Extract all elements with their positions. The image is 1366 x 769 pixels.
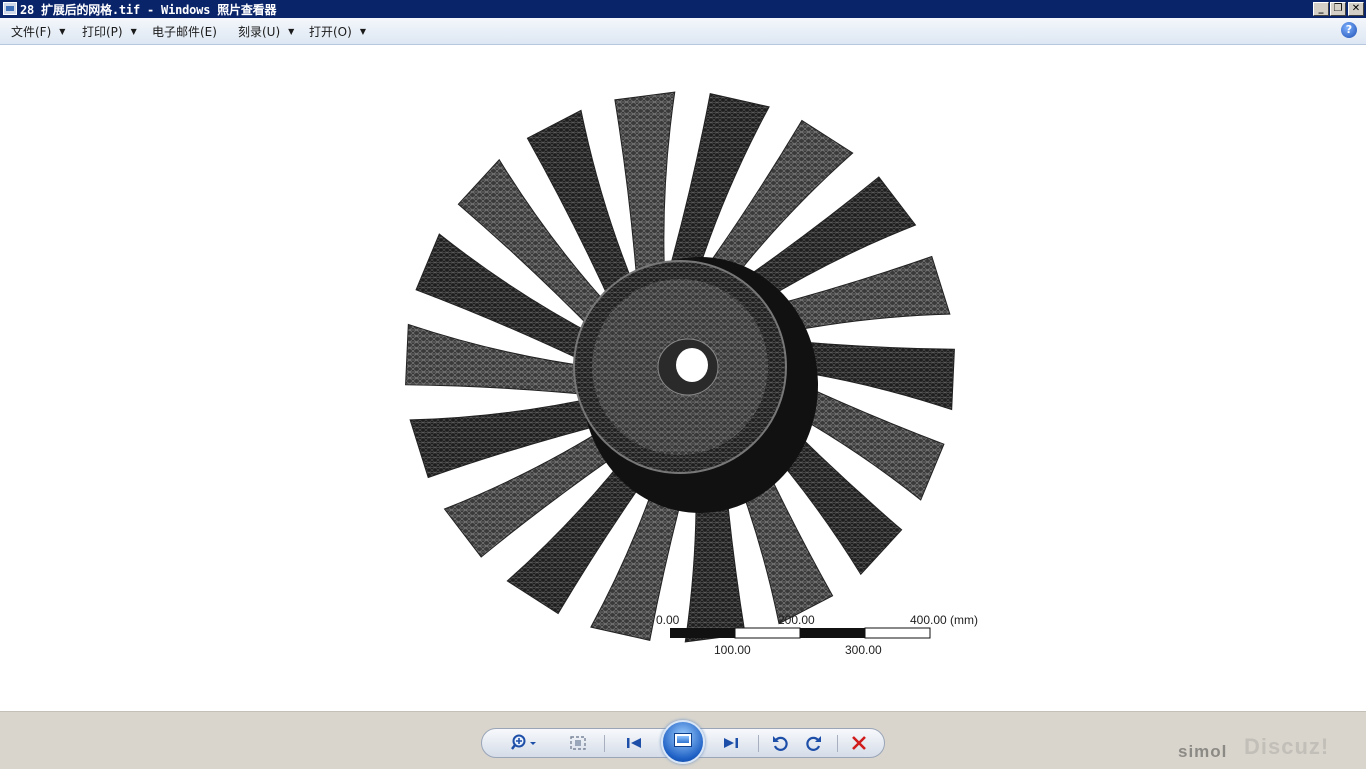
menu-bar: 文件(F) ▼ 打印(P) ▼ 电子邮件(E) 刻录(U) ▼ 打开(O) ▼ ? (0, 18, 1366, 45)
scale-label-200: 200.00 (778, 613, 815, 627)
bottom-toolbar: simol Discuz! (0, 711, 1366, 769)
help-icon[interactable]: ? (1341, 22, 1357, 38)
separator (837, 735, 838, 752)
image-viewport: 0.00 200.00 400.00 (mm) 100.00 300.00 (0, 45, 1366, 711)
menu-print-label: 打印(P) (82, 25, 123, 39)
chevron-down-icon: ▼ (288, 27, 295, 36)
scale-label-400: 400.00 (mm) (910, 613, 978, 627)
menu-print[interactable]: 打印(P) ▼ (82, 23, 137, 40)
actual-size-icon[interactable] (562, 729, 594, 757)
scale-label-0: 0.00 (656, 613, 680, 627)
chevron-down-icon: ▼ (359, 27, 366, 36)
minimize-button[interactable]: _ (1313, 2, 1329, 16)
zoom-icon[interactable] (506, 729, 542, 757)
hub-bore (676, 348, 708, 382)
menu-file-label: 文件(F) (11, 25, 52, 39)
menu-open-label: 打开(O) (309, 25, 352, 39)
next-icon[interactable] (715, 729, 747, 757)
separator (758, 735, 759, 752)
app-icon (3, 2, 17, 15)
delete-icon[interactable] (844, 729, 874, 757)
scale-label-300: 300.00 (845, 643, 882, 657)
impeller-mesh-image: 0.00 200.00 400.00 (mm) 100.00 300.00 (405, 91, 978, 657)
watermark-left: simol (1178, 742, 1228, 761)
close-button[interactable]: ✕ (1348, 2, 1364, 16)
chevron-down-icon: ▼ (130, 27, 137, 36)
menu-burn-label: 刻录(U) (238, 25, 281, 39)
title-bar: 28 扩展后的网格.tif - Windows 照片查看器 _ ❐ ✕ (0, 0, 1366, 18)
slideshow-button[interactable] (661, 720, 705, 764)
menu-burn[interactable]: 刻录(U) ▼ (238, 23, 294, 40)
chevron-down-icon: ▼ (59, 27, 66, 36)
menu-email-label: 电子邮件(E) (152, 25, 217, 39)
previous-icon[interactable] (618, 729, 650, 757)
menu-open[interactable]: 打开(O) ▼ (309, 23, 366, 40)
separator (604, 735, 605, 752)
slideshow-icon (674, 733, 692, 747)
window-title: 28 扩展后的网格.tif - Windows 照片查看器 (20, 3, 277, 17)
menu-file[interactable]: 文件(F) ▼ (11, 23, 65, 40)
rotate-cw-icon[interactable] (800, 729, 828, 757)
rotate-ccw-icon[interactable] (766, 729, 794, 757)
watermark-right: Discuz! (1244, 734, 1330, 759)
maximize-button[interactable]: ❐ (1330, 2, 1346, 16)
scale-label-100: 100.00 (714, 643, 751, 657)
menu-email[interactable]: 电子邮件(E) (152, 23, 217, 40)
